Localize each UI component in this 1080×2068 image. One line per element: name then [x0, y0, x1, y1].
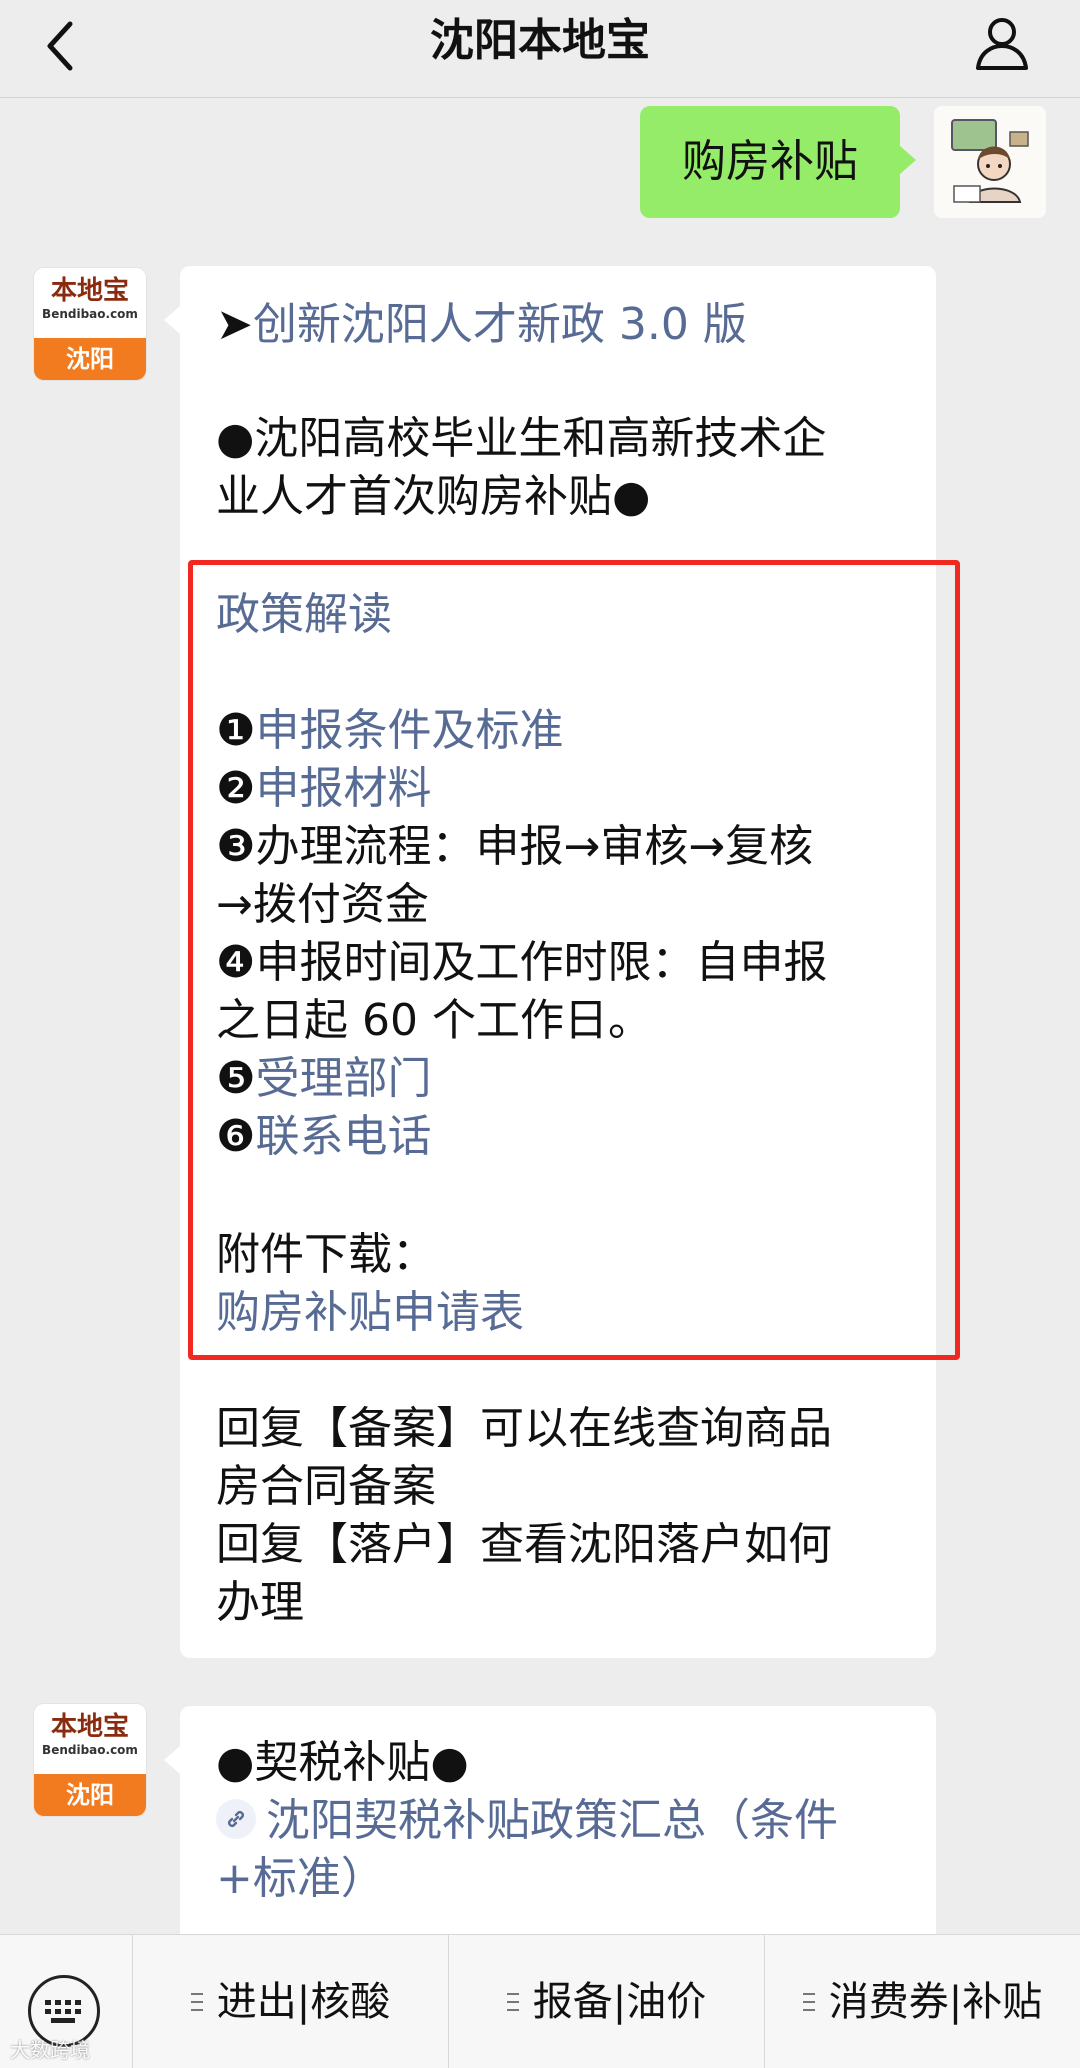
person-icon[interactable] — [972, 12, 1032, 72]
menu-lines-icon — [506, 1993, 519, 2011]
item-link[interactable]: 申报条件及标准 — [255, 705, 563, 756]
user-message-text: 购房补贴 — [682, 136, 858, 187]
bot-avatar[interactable]: 本地宝 Bendibao.com 沈阳 — [34, 1704, 146, 1816]
reply-line: 回复【备案】可以在线查询商品 — [216, 1403, 832, 1454]
nav-bar: 沈阳本地宝 — [0, 0, 1080, 98]
avatar-domain: Bendibao.com — [42, 1743, 138, 1757]
section-title-link[interactable]: 政策解读 — [216, 586, 392, 644]
item-link[interactable]: 申报材料 — [255, 763, 431, 814]
list-item[interactable]: ❶申报条件及标准 — [216, 702, 563, 760]
attachment-label: 附件下载： — [216, 1229, 436, 1280]
reply-line: 回复【落户】查看沈阳落户如何 — [216, 1519, 832, 1570]
item-number: ❺ — [216, 1053, 256, 1104]
list-item-continued: 之日起 60 个工作日。 — [216, 992, 652, 1050]
list-item[interactable]: ❺受理部门 — [216, 1050, 431, 1108]
item-number: ❶ — [216, 705, 256, 756]
menu-item-3[interactable]: 消费券|补贴 — [764, 1935, 1080, 2068]
item-link[interactable]: 受理部门 — [255, 1053, 431, 1104]
bot-avatar[interactable]: 本地宝 Bendibao.com 沈阳 — [34, 268, 146, 380]
link-icon — [216, 1799, 256, 1839]
watermark: 大数跨境 — [10, 2038, 90, 2062]
user-avatar-illustration — [934, 106, 1046, 218]
subtitle-line-1: ●沈阳高校毕业生和高新技术企 — [216, 413, 827, 464]
bottom-menu-bar: 进出|核酸 报备|油价 消费券|补贴 — [0, 1934, 1080, 2068]
list-item: ❹申报时间及工作时限：自申报 — [216, 934, 827, 992]
item-number: ❹ — [216, 937, 256, 988]
avatar-domain: Bendibao.com — [42, 307, 138, 321]
item-text: 之日起 60 个工作日。 — [216, 995, 652, 1046]
avatar-city: 沈阳 — [34, 1774, 146, 1816]
list-item: ❸办理流程：申报→审核→复核 — [216, 818, 813, 876]
arrow-mark: ➤ — [216, 299, 253, 350]
user-message-bubble[interactable]: 购房补贴 — [640, 106, 916, 218]
link-row[interactable]: 沈阳契税补贴政策汇总（条件 — [216, 1792, 838, 1850]
attachment-link[interactable]: 购房补贴申请表 — [216, 1284, 524, 1342]
headline-link[interactable]: 创新沈阳人才新政 3.0 版 — [253, 299, 747, 350]
reply-line: 办理 — [216, 1577, 304, 1628]
item-number: ❷ — [216, 763, 256, 814]
subtitle-line-2: 业人才首次购房补贴● — [216, 471, 651, 522]
item-link[interactable]: 联系电话 — [255, 1111, 431, 1162]
menu-lines-icon — [190, 1993, 203, 2011]
item-number: ❻ — [216, 1111, 256, 1162]
avatar-brand: 本地宝 — [50, 276, 129, 306]
menu-item-label: 消费券|补贴 — [828, 1979, 1043, 2025]
page-title: 沈阳本地宝 — [430, 15, 650, 66]
list-item-continued: →拨付资金 — [216, 876, 429, 934]
menu-item-label: 报备|油价 — [532, 1979, 707, 2025]
item-text: 申报时间及工作时限：自申报 — [255, 937, 828, 988]
item-text: 办理流程：申报→审核→复核 — [255, 821, 814, 872]
menu-lines-icon — [802, 1993, 815, 2011]
avatar-brand: 本地宝 — [50, 1712, 129, 1742]
menu-item-2[interactable]: 报备|油价 — [448, 1935, 764, 2068]
message-title: ●契税补贴● — [216, 1737, 469, 1788]
avatar-city: 沈阳 — [34, 338, 146, 380]
item-number: ❸ — [216, 821, 256, 872]
item-text: →拨付资金 — [216, 879, 429, 930]
list-item[interactable]: ❻联系电话 — [216, 1108, 431, 1166]
bot-message-bubble: ➤创新沈阳人才新政 3.0 版 ●沈阳高校毕业生和高新技术企 业人才首次购房补贴… — [164, 266, 936, 1658]
policy-link[interactable]: 沈阳契税补贴政策汇总（条件 — [266, 1795, 838, 1846]
policy-link-continued[interactable]: +标准） — [216, 1850, 385, 1908]
menu-item-1[interactable]: 进出|核酸 — [132, 1935, 448, 2068]
menu-item-label: 进出|核酸 — [216, 1979, 391, 2025]
reply-line: 房合同备案 — [216, 1461, 436, 1512]
headline-row: ➤创新沈阳人才新政 3.0 版 — [216, 296, 747, 354]
list-item[interactable]: ❷申报材料 — [216, 760, 431, 818]
bot-message-bubble: ●契税补贴● 沈阳契税补贴政策汇总（条件 +标准） — [164, 1706, 936, 1966]
avatar[interactable] — [934, 106, 1046, 218]
